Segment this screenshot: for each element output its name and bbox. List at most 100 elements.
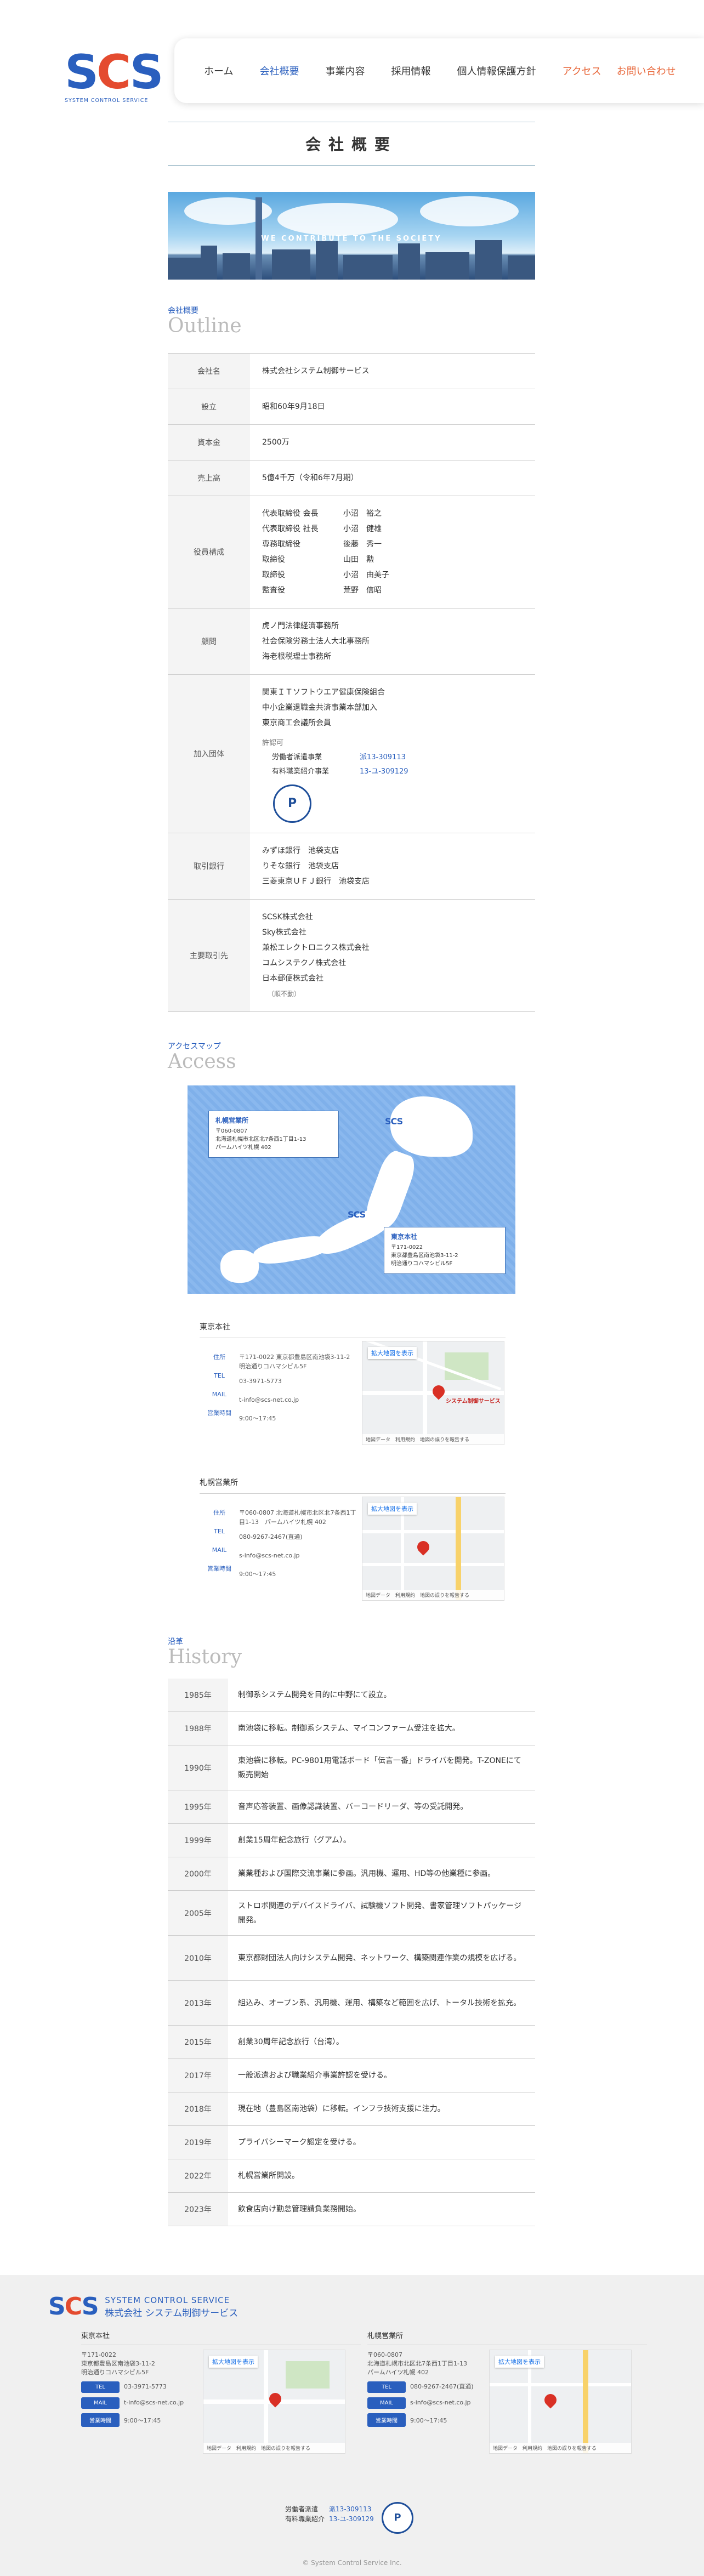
nav-privacy[interactable]: 個人情報保護方針 — [457, 64, 536, 78]
row-label: 会社名 — [168, 354, 250, 389]
branch-title: 東京本社 — [200, 1321, 506, 1338]
address: 〒060-0807 北海道札幌市北区北7条西1丁目1-13 パームハイツ札幌 4… — [239, 1509, 356, 1526]
nav-company[interactable]: 会社概要 — [259, 64, 299, 78]
tel[interactable]: 080-9267-2467(直通) — [410, 2383, 474, 2390]
row-label: 顧問 — [168, 609, 250, 674]
footer-map-tokyo[interactable]: 拡大地図を表示 地図データ 利用規約 地図の誤りを報告する — [203, 2350, 345, 2454]
hours: 9:00〜17:45 — [239, 1571, 276, 1578]
enlarge-map-link[interactable]: 拡大地図を表示 — [368, 1347, 417, 1359]
hours: 9:00〜17:45 — [410, 2417, 447, 2424]
logo-subtitle: SYSTEM CONTROL SERVICE — [65, 98, 149, 104]
history-table: 1985年 制御系システム開発を目的に中野にて設立。 1988年 南池袋に移転。制御… — [168, 1679, 535, 2226]
nav-contact[interactable]: お問い合わせ — [617, 64, 676, 78]
site-logo[interactable]: SCS SYSTEM CONTROL SERVICE — [65, 49, 164, 104]
footer-map-sapporo[interactable]: 拡大地図を表示 地図データ 利用規約 地図の誤りを報告する — [489, 2350, 632, 2454]
enlarge-map-link[interactable]: 拡大地図を表示 — [209, 2356, 258, 2368]
map-logo-tokyo: SCS — [348, 1209, 366, 1220]
tel-label: TEL — [367, 2381, 406, 2393]
enlarge-map-link[interactable]: 拡大地図を表示 — [495, 2356, 544, 2368]
mail[interactable]: t-info@scs-net.co.jp — [124, 2399, 184, 2406]
officers-list: 代表取締役 会長 小沼 裕之 代表取締役 社長 小沼 健雄 専務取締役 後藤 秀一 取… — [250, 496, 535, 608]
table-row: 取引銀行 みずほ銀行 池袋支店 りそな銀行 池袋支店 三菱東京ＵＦＪ銀行 池袋支… — [168, 833, 535, 900]
list-item: 三菱東京ＵＦＪ銀行 池袋支店 — [262, 877, 370, 886]
history-row: 2023年 飲食店向け勤怠管理請負業務開始。 — [168, 2193, 535, 2226]
list-item: 日本郵便株式会社 — [262, 974, 323, 983]
map-footer: 地図データ 利用規約 地図の誤りを報告する — [362, 1434, 504, 1445]
access-heading-jp: アクセスマップ — [168, 1042, 221, 1051]
officer-item: 専務取締役 後藤 秀一 — [262, 540, 382, 549]
google-map-sapporo[interactable]: 拡大地図を表示 地図データ 利用規約 地図の誤りを報告する — [362, 1497, 504, 1601]
map-footer: 地図データ 利用規約 地図の誤りを報告する — [203, 2443, 345, 2453]
history-row: 2018年 現在地（豊島区南池袋）に移転。インフラ技術支援に注力。 — [168, 2092, 535, 2126]
footer-permits: 労働者派遣 派13-309113 有料職業紹介 13-ユ-309129 P — [285, 2502, 413, 2534]
membership-list: 関東ＩＴソフトウエア健康保険組合 中小企業退職金共済事業本部加入 東京商工会議所… — [250, 675, 535, 833]
history-heading-jp: 沿革 — [168, 1637, 183, 1646]
access-heading: アクセスマップ Access — [168, 1040, 236, 1072]
footer-branch-tokyo: 東京本社 〒171-0022 東京都豊島区南池袋3-11-2 明治通りコハマシビル5… — [81, 2330, 361, 2454]
map-pin-icon — [266, 2390, 284, 2408]
japan-map: SCS SCS 札幌営業所 〒060-0807 北海道札幌市北区北7条西1丁目1… — [188, 1085, 515, 1294]
mail[interactable]: t-info@scs-net.co.jp — [239, 1395, 360, 1414]
nav-access[interactable]: アクセス — [562, 64, 601, 78]
list-item: 海老根税理士事務所 — [262, 652, 331, 661]
google-map-tokyo[interactable]: システム制御サービス 拡大地図を表示 地図データ 利用規約 地図の誤りを報告する — [362, 1341, 504, 1445]
outline-heading-en: Outline — [168, 315, 242, 337]
permit-title: 許認可 — [262, 739, 284, 747]
address: 〒171-0022 東京都豊島区南池袋3-11-2 明治通りコハマシビル5F — [81, 2351, 155, 2376]
founded-date: 昭和60年9月18日 — [262, 402, 325, 411]
enlarge-map-link[interactable]: 拡大地図を表示 — [368, 1503, 417, 1515]
list-item: 関東ＩＴソフトウエア健康保険組合 — [262, 688, 385, 697]
mail[interactable]: s-info@scs-net.co.jp — [410, 2399, 470, 2406]
copyright: © System Control Service Inc. — [302, 2559, 402, 2567]
officer-item: 監査役 荒野 信昭 — [262, 586, 382, 595]
mail-label: MAIL — [81, 2397, 120, 2409]
tel[interactable]: 080-9267-2467(直通) — [239, 1532, 360, 1551]
branch-title: 札幌営業所 — [367, 2330, 647, 2345]
history-row: 1985年 制御系システム開発を目的に中野にて設立。 — [168, 1679, 535, 1712]
history-row: 2013年 組込み、オープン系、汎用機、運用、構築など範囲を広げ、トータル技術を拡… — [168, 1981, 535, 2026]
tel[interactable]: 03-3971-5773 — [239, 1377, 360, 1395]
sales: 5億4千万（令和6年7月期） — [262, 474, 359, 482]
map-pin-icon — [542, 2391, 559, 2409]
history-row: 2017年 一般派遣および職業紹介事業許認を受ける。 — [168, 2059, 535, 2092]
map-pin-icon — [430, 1383, 447, 1400]
hero-image: WE CONTRIBUTE TO THE SOCIETY — [168, 192, 535, 280]
tel[interactable]: 03-3971-5773 — [124, 2383, 167, 2390]
map-footer: 地図データ 利用規約 地図の誤りを報告する — [490, 2443, 631, 2453]
table-row: 顧問 虎ノ門法律経済事務所 社会保険労務士法人大北事務所 海老根税理士事務所 — [168, 609, 535, 675]
permit-link[interactable]: 13-ユ-309129 — [360, 767, 408, 776]
nav-home[interactable]: ホーム — [204, 64, 233, 78]
permit-link[interactable]: 派13-309113 — [360, 753, 406, 761]
hours-label: 営業時間 — [207, 1409, 231, 1417]
permit-link[interactable]: 派13-309113 — [329, 2505, 371, 2513]
outline-heading: 会社概要 Outline — [168, 305, 242, 337]
map-pin-label: システム制御サービス — [446, 1398, 501, 1404]
history-row: 2005年 ストロボ関連のデバイスドライバ、試験機ソフト開発、書家管理ソフトパッケ… — [168, 1891, 535, 1936]
clients-list: SCSK株式会社 Sky株式会社 兼松エレクトロニクス株式会社 コムシステクノ株… — [250, 900, 535, 1011]
nav-recruit[interactable]: 採用情報 — [391, 64, 430, 78]
footer-logo[interactable]: SCS SYSTEM CONTROL SERVICE 株式会社 システム制御サービ… — [48, 2295, 238, 2319]
history-row: 2000年 業業種および国際交流事業に参画。汎用機、運用、HD等の他業種に参画。 — [168, 1857, 535, 1891]
addr-label: 住所 — [213, 1509, 225, 1516]
history-row: 2022年 札幌営業所開設。 — [168, 2159, 535, 2193]
nav-business[interactable]: 事業内容 — [325, 64, 365, 78]
map-callout-tokyo: 東京本社 〒171-0022 東京都豊島区南池袋3-11-2 明治通りコハマシビ… — [384, 1227, 506, 1274]
list-item: 中小企業退職金共済事業本部加入 — [262, 703, 377, 712]
privacy-mark-icon: P — [273, 784, 311, 823]
map-pin-icon — [415, 1538, 432, 1556]
row-label: 設立 — [168, 389, 250, 424]
address: 〒171-0022 東京都豊島区南池袋3-11-2 明治通りコハマシビル5F — [239, 1354, 356, 1370]
hours-label: 営業時間 — [81, 2413, 120, 2427]
hours: 9:00〜17:45 — [124, 2417, 161, 2424]
history-heading: 沿革 History — [168, 1636, 242, 1668]
row-label: 売上高 — [168, 460, 250, 496]
map-footer: 地図データ 利用規約 地図の誤りを報告する — [362, 1590, 504, 1600]
table-row: 会社名 株式会社システム制御サービス — [168, 354, 535, 389]
company-name: 株式会社システム制御サービス — [262, 367, 370, 376]
outline-table: 会社名 株式会社システム制御サービス 設立 昭和60年9月18日 資本金 2500万 … — [168, 353, 535, 1012]
table-row: 資本金 2500万 — [168, 425, 535, 460]
list-item: SCSK株式会社 — [262, 913, 313, 922]
hours: 9:00〜17:45 — [239, 1415, 276, 1422]
mail[interactable]: s-info@scs-net.co.jp — [239, 1551, 360, 1570]
permit-link[interactable]: 13-ユ-309129 — [329, 2515, 374, 2523]
